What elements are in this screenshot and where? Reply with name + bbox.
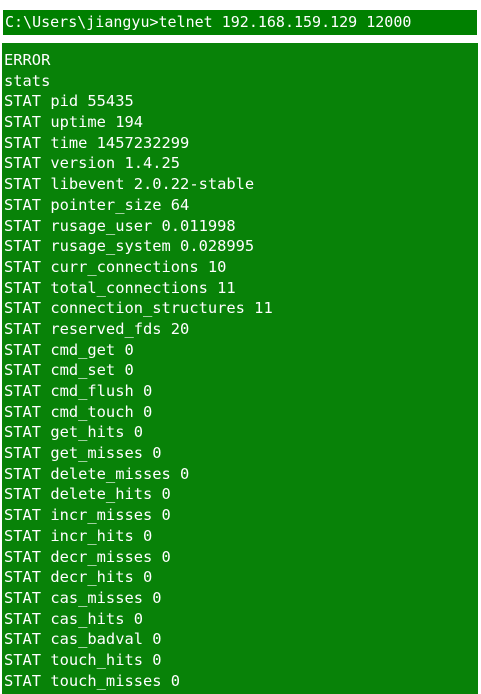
- screenshot-page: C:\Users\jiangyu>telnet 192.168.159.129 …: [0, 0, 481, 694]
- terminal-line: STAT incr_hits 0: [4, 526, 153, 545]
- terminal-line: STAT cas_misses 0: [4, 588, 162, 607]
- terminal-line: STAT incr_misses 0: [4, 506, 171, 525]
- terminal-line: STAT cmd_touch 0: [4, 402, 153, 421]
- terminal-line: STAT libevent 2.0.22-stable: [4, 175, 255, 194]
- terminal-line: STAT decr_hits 0: [4, 568, 153, 587]
- terminal-line: STAT delete_misses 0: [4, 464, 190, 483]
- terminal-output[interactable]: ERROR stats STAT pid 55435 STAT uptime 194 S…: [2, 43, 478, 694]
- terminal-line: STAT get_hits 0: [4, 423, 143, 442]
- terminal-line: STAT delete_hits 0: [4, 485, 171, 504]
- terminal-line: STAT rusage_system 0.028995: [4, 237, 255, 256]
- terminal-line: STAT decr_misses 0: [4, 547, 171, 566]
- terminal-line: STAT uptime 194: [4, 113, 143, 132]
- terminal-line: STAT touch_misses 0: [4, 671, 181, 690]
- terminal-line: STAT time 1457232299: [4, 133, 190, 152]
- terminal-line: stats: [4, 71, 51, 90]
- terminal-line: STAT pid 55435: [4, 92, 134, 111]
- command-prompt-line[interactable]: C:\Users\jiangyu>telnet 192.168.159.129 …: [3, 10, 477, 35]
- terminal-line: STAT get_misses 0: [4, 444, 162, 463]
- terminal-lines: ERROR stats STAT pid 55435 STAT uptime 194 S…: [2, 50, 478, 691]
- terminal-line: STAT pointer_size 64: [4, 195, 190, 214]
- terminal-line: STAT total_connections 11: [4, 278, 236, 297]
- terminal-line: STAT version 1.4.25: [4, 154, 181, 173]
- command-bar: C:\Users\jiangyu>telnet 192.168.159.129 …: [0, 0, 481, 38]
- terminal-line: ERROR: [4, 51, 51, 69]
- terminal-line: STAT rusage_user 0.011998: [4, 216, 236, 235]
- terminal-line: STAT cas_badval 0: [4, 630, 162, 649]
- terminal-line: STAT curr_connections 10: [4, 257, 227, 276]
- terminal-line: STAT cas_hits 0: [4, 609, 143, 628]
- terminal-line: STAT cmd_set 0: [4, 361, 134, 380]
- terminal-line: STAT cmd_get 0: [4, 340, 134, 359]
- terminal-line: STAT connection_structures 11: [4, 299, 273, 318]
- terminal-line: STAT touch_hits 0: [4, 650, 162, 669]
- terminal-line: STAT reserved_fds 20: [4, 319, 190, 338]
- terminal-line: STAT cmd_flush 0: [4, 382, 153, 400]
